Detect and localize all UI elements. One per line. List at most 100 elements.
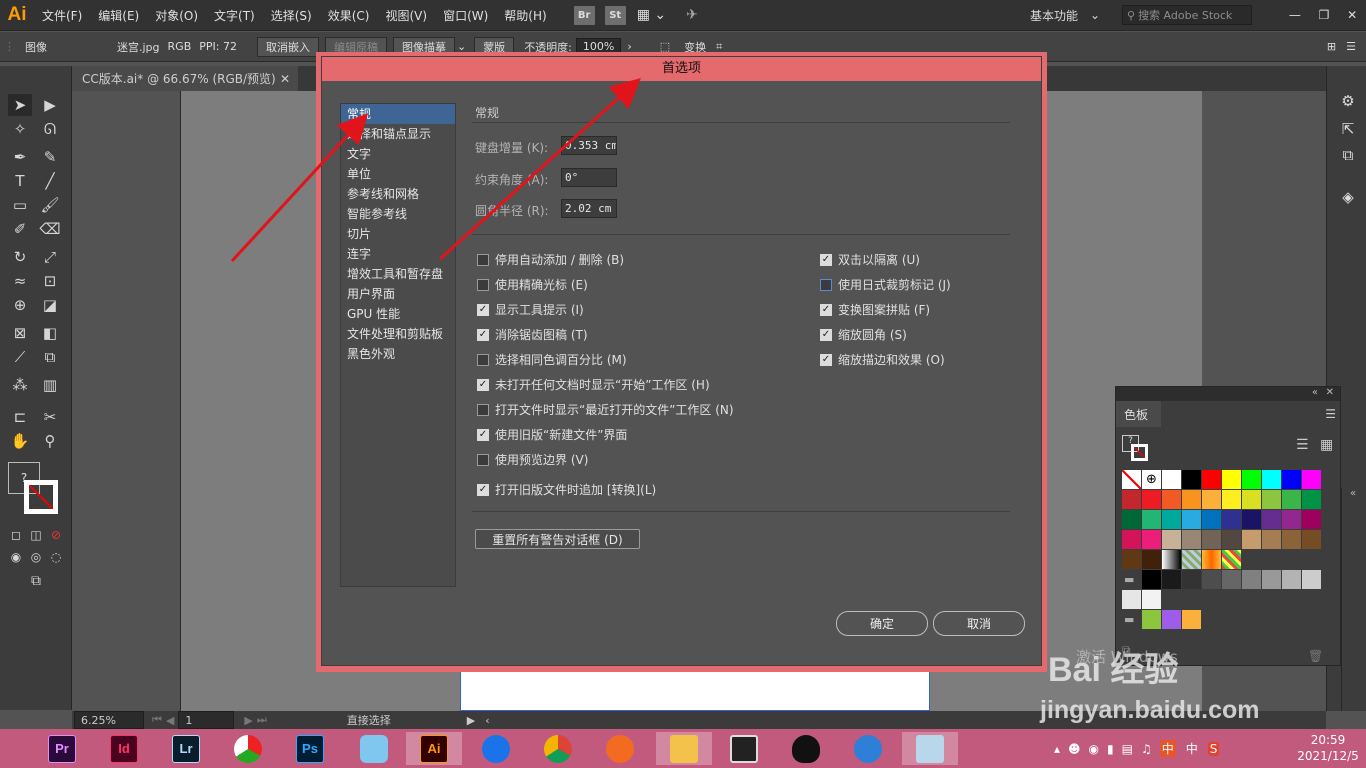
- direct-selection-tool-icon[interactable]: ▶: [38, 94, 62, 116]
- bridge-button[interactable]: Br: [573, 5, 595, 25]
- network-icon[interactable]: ▤: [1122, 742, 1133, 756]
- scale-tool-icon[interactable]: ⤢: [38, 246, 62, 268]
- taskbar-chrome[interactable]: [536, 732, 580, 765]
- checkbox-checked-icon[interactable]: ✓: [477, 378, 489, 391]
- swatch[interactable]: [1142, 570, 1161, 589]
- checkbox-unchecked-icon[interactable]: [477, 353, 489, 366]
- category-hyphenation[interactable]: 连字: [341, 244, 455, 264]
- volume-icon[interactable]: ♫: [1141, 742, 1152, 756]
- fill-stroke-swatch[interactable]: ?: [8, 462, 62, 516]
- gpu-performance-icon[interactable]: ✈: [686, 7, 698, 23]
- shape-builder-icon[interactable]: ⊕: [8, 294, 32, 316]
- swatch[interactable]: [1142, 610, 1161, 629]
- swatch[interactable]: [1142, 490, 1161, 509]
- magic-wand-icon[interactable]: ✧: [8, 118, 32, 140]
- stock-button[interactable]: St: [604, 5, 626, 25]
- swatch[interactable]: [1222, 510, 1241, 529]
- swatch[interactable]: [1202, 570, 1221, 589]
- swatch[interactable]: [1182, 470, 1201, 489]
- swatch[interactable]: [1282, 530, 1301, 549]
- pen-tool-icon[interactable]: ✒: [8, 146, 32, 168]
- linked-file-name[interactable]: 迷宫.jpg: [117, 39, 160, 55]
- artboard-tool-icon[interactable]: ⊏: [8, 406, 32, 428]
- taskbar-app-14[interactable]: [846, 732, 890, 765]
- swatch[interactable]: [1282, 490, 1301, 509]
- category-black-appearance[interactable]: 黑色外观: [341, 344, 455, 364]
- swatch-pattern[interactable]: [1222, 550, 1241, 569]
- swatch-registration[interactable]: ⊕: [1142, 470, 1161, 489]
- swatch[interactable]: [1262, 570, 1281, 589]
- taskbar-photoshop[interactable]: Ps: [288, 732, 332, 765]
- mesh-tool-icon[interactable]: ⊠: [8, 322, 32, 344]
- corner-radius-input[interactable]: 2.02 cm: [561, 199, 617, 218]
- right-option-0[interactable]: ✓ 双击以隔离 (U): [820, 251, 920, 268]
- left-option-7[interactable]: ✓ 使用旧版“新建文件”界面: [477, 426, 627, 443]
- selection-tool-icon[interactable]: ➤: [8, 94, 32, 116]
- checkbox-checked-icon[interactable]: ✓: [477, 483, 489, 496]
- swatch[interactable]: [1182, 570, 1201, 589]
- collapse-icon[interactable]: «: [1312, 387, 1318, 398]
- taskbar-app-15[interactable]: [902, 732, 958, 765]
- swatch[interactable]: [1162, 530, 1181, 549]
- ok-button[interactable]: 确定: [836, 611, 928, 636]
- swatch[interactable]: [1242, 530, 1261, 549]
- checkbox-unchecked-icon[interactable]: [477, 403, 489, 416]
- minimize-icon[interactable]: —: [1289, 8, 1301, 22]
- checkbox-unchecked-icon[interactable]: [477, 278, 489, 291]
- category-slices[interactable]: 切片: [341, 224, 455, 244]
- category-gpu-performance[interactable]: GPU 性能: [341, 304, 455, 324]
- swatch[interactable]: [1262, 530, 1281, 549]
- battery-icon[interactable]: ▮: [1107, 742, 1114, 756]
- swatch[interactable]: [1222, 570, 1241, 589]
- taskbar-app-8[interactable]: [474, 732, 518, 765]
- panel-menu-icon[interactable]: ☰: [1325, 407, 1336, 421]
- checkbox-checked-icon[interactable]: ✓: [820, 353, 832, 366]
- checkbox-checked-icon[interactable]: ✓: [820, 303, 832, 316]
- category-plugins-scratch[interactable]: 增效工具和暂存盘: [341, 264, 455, 284]
- taskbar-illustrator[interactable]: Ai: [406, 732, 462, 765]
- swatch-gradient[interactable]: [1162, 550, 1181, 569]
- menu-object[interactable]: 对象(O): [147, 7, 206, 24]
- swatch[interactable]: [1242, 510, 1261, 529]
- right-option-3[interactable]: ✓ 缩放圆角 (S): [820, 326, 907, 343]
- rotate-tool-icon[interactable]: ↻: [8, 246, 32, 268]
- category-guides-grid[interactable]: 参考线和网格: [341, 184, 455, 204]
- free-transform-icon[interactable]: ⊡: [38, 270, 62, 292]
- swatch[interactable]: [1282, 570, 1301, 589]
- checkbox-checked-icon[interactable]: ✓: [820, 253, 832, 266]
- swatch[interactable]: [1122, 550, 1141, 569]
- swatch[interactable]: [1302, 490, 1321, 509]
- category-general[interactable]: 常规: [341, 104, 455, 124]
- swatch[interactable]: [1202, 490, 1221, 509]
- workspace-switcher[interactable]: 基本功能 ⌄: [1026, 5, 1104, 25]
- left-option-6[interactable]: 打开文件时显示“最近打开的文件”工作区 (N): [477, 401, 734, 418]
- tray-expand-icon[interactable]: ▴: [1054, 742, 1060, 756]
- swatch[interactable]: [1282, 510, 1301, 529]
- blend-tool-icon[interactable]: ⧉: [38, 346, 62, 368]
- right-option-1[interactable]: 使用日式裁剪标记 (J): [820, 276, 951, 293]
- draw-inside-icon[interactable]: ◌: [44, 546, 68, 568]
- left-option-0[interactable]: 停用自动添加 / 删除 (B): [477, 251, 624, 268]
- ime-mode-label[interactable]: 中: [1186, 740, 1198, 757]
- checkbox-checked-icon[interactable]: ✓: [477, 328, 489, 341]
- swatches-tab[interactable]: 色板: [1116, 401, 1161, 427]
- swatch[interactable]: [1302, 510, 1321, 529]
- swatch[interactable]: [1122, 590, 1141, 609]
- swatch[interactable]: [1142, 550, 1161, 569]
- swatch-none[interactable]: [1122, 470, 1141, 489]
- line-tool-icon[interactable]: ╱: [38, 170, 62, 192]
- taskbar-qq[interactable]: [784, 732, 828, 765]
- grid-view-icon[interactable]: ▦: [1320, 437, 1333, 453]
- swatch[interactable]: [1142, 530, 1161, 549]
- menu-select[interactable]: 选择(S): [263, 7, 320, 24]
- left-option-4[interactable]: 选择相同色调百分比 (M): [477, 351, 627, 368]
- scroll-left-icon[interactable]: ‹: [485, 714, 489, 727]
- eraser-icon[interactable]: ⌫: [38, 218, 62, 240]
- close-icon[interactable]: ✕: [1347, 8, 1357, 22]
- swatch[interactable]: [1202, 530, 1221, 549]
- taskbar-premiere[interactable]: Pr: [40, 732, 84, 765]
- list-view-icon[interactable]: ☰: [1296, 437, 1309, 453]
- lasso-icon[interactable]: ᘏ: [38, 118, 62, 140]
- left-option-5[interactable]: ✓ 未打开任何文档时显示“开始”工作区 (H): [477, 376, 710, 393]
- properties-icon[interactable]: ⚙: [1337, 90, 1359, 112]
